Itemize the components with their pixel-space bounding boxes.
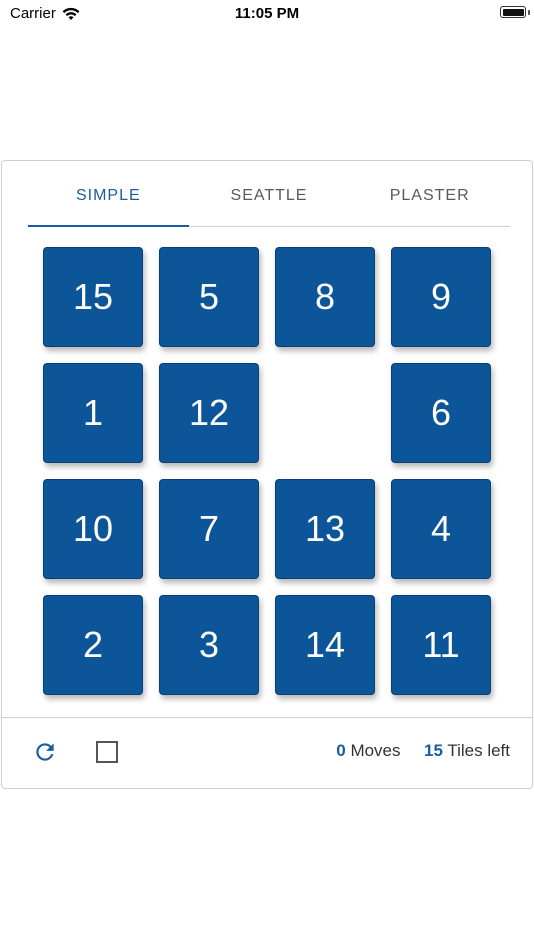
puzzle-tile[interactable]: 2: [43, 595, 143, 695]
tab-plaster[interactable]: PLASTER: [349, 184, 510, 226]
refresh-icon[interactable]: [32, 739, 58, 765]
puzzle-board: 15 5 8 9 1 12 6 10 7 13 4 2 3 14 11: [43, 247, 493, 697]
game-stats: 0 Moves 15 Tiles left: [336, 741, 510, 761]
puzzle-tile[interactable]: 4: [391, 479, 491, 579]
tab-seattle[interactable]: SEATTLE: [189, 184, 350, 226]
battery-cap: [528, 10, 530, 15]
checkbox[interactable]: [96, 741, 118, 763]
puzzle-tile[interactable]: 10: [43, 479, 143, 579]
puzzle-tile[interactable]: 1: [43, 363, 143, 463]
battery-icon: [500, 6, 526, 18]
puzzle-tile[interactable]: 7: [159, 479, 259, 579]
theme-tabs: SIMPLE SEATTLE PLASTER: [28, 184, 510, 227]
tab-simple[interactable]: SIMPLE: [28, 184, 189, 227]
tiles-left-count: 15: [423, 741, 443, 760]
puzzle-tile[interactable]: 3: [159, 595, 259, 695]
puzzle-tile[interactable]: 14: [275, 595, 375, 695]
puzzle-tile[interactable]: 5: [159, 247, 259, 347]
puzzle-tile[interactable]: 12: [159, 363, 259, 463]
puzzle-tile[interactable]: 8: [275, 247, 375, 347]
puzzle-card: SIMPLE SEATTLE PLASTER 15 5 8 9 1 12 6 10 7 13 4 2 3…: [1, 160, 533, 789]
status-bar: Carrier 11:05 PM: [0, 0, 534, 30]
puzzle-tile[interactable]: 11: [391, 595, 491, 695]
clock: 11:05 PM: [234, 5, 300, 22]
puzzle-tile[interactable]: 13: [275, 479, 375, 579]
moves-label: Moves: [350, 741, 401, 760]
puzzle-tile[interactable]: 6: [391, 363, 491, 463]
moves-count: 0: [336, 741, 346, 760]
tiles-left-label: Tiles left: [447, 741, 510, 760]
footer-divider: [2, 717, 532, 718]
puzzle-tile[interactable]: 15: [43, 247, 143, 347]
puzzle-tile[interactable]: 9: [391, 247, 491, 347]
